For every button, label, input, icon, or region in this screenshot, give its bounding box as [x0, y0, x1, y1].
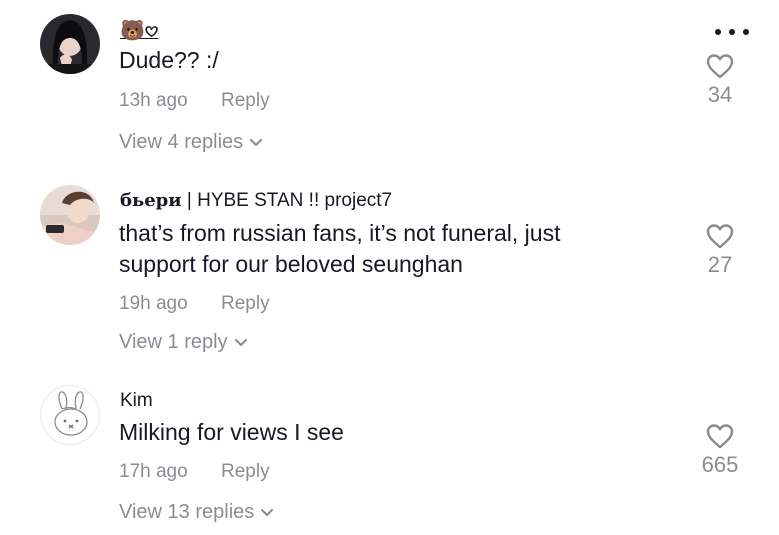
like-count: 27	[707, 252, 733, 277]
view-replies-label: View 13 replies	[119, 501, 255, 523]
heart-outline-icon[interactable]	[705, 422, 735, 450]
comment-meta: 19h ago Reply	[119, 293, 270, 315]
comment-time: 17h ago	[119, 461, 188, 482]
username-prefix: бьери	[120, 190, 182, 211]
view-replies-button[interactable]: View 13 replies	[119, 501, 274, 524]
comment-item: Kim Milking for views I see 17h ago Reply…	[0, 0, 779, 523]
comment-username[interactable]: Kim	[120, 390, 153, 412]
view-replies-button[interactable]: View 1 reply	[119, 331, 248, 354]
comment-text: that’s from russian fans, it’s not funer…	[119, 220, 561, 277]
like-count: 665	[701, 452, 739, 477]
chevron-down-icon	[261, 508, 274, 516]
avatar[interactable]	[40, 385, 100, 445]
like-control: 665	[695, 422, 745, 478]
username-text: | HYBE STAN !! project7	[181, 190, 393, 211]
comment-text: Milking for views I see	[119, 419, 344, 445]
view-replies-label: View 1 reply	[119, 331, 228, 353]
comment-username[interactable]: бьери | HYBE STAN !! project7	[120, 190, 392, 212]
chevron-down-icon	[234, 338, 247, 346]
username-text: Kim	[120, 390, 153, 411]
avatar[interactable]	[40, 185, 100, 245]
like-control: 27	[695, 222, 745, 278]
reply-button[interactable]: Reply	[221, 461, 270, 482]
comment-time: 19h ago	[119, 293, 188, 314]
reply-button[interactable]: Reply	[221, 293, 270, 314]
heart-outline-icon[interactable]	[705, 222, 735, 250]
comment-meta: 17h ago Reply	[119, 461, 270, 483]
